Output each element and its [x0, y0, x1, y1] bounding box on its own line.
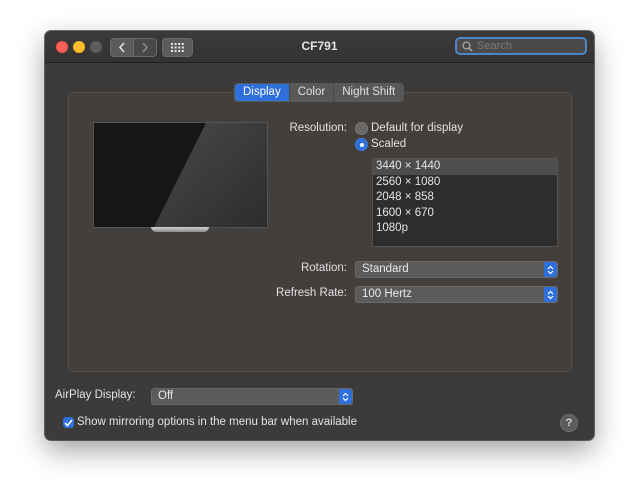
list-item[interactable]: 2560 × 1080: [373, 175, 557, 191]
resolution-label: Resolution:: [289, 122, 347, 134]
list-item[interactable]: 1600 × 670: [373, 206, 557, 222]
rotation-value: Standard: [362, 263, 409, 275]
airplay-label: AirPlay Display:: [55, 389, 136, 401]
search-input[interactable]: [477, 40, 577, 52]
updown-chevron-icon: [544, 287, 557, 302]
list-item[interactable]: 2048 × 858: [373, 190, 557, 206]
refresh-rate-select[interactable]: 100 Hertz: [355, 286, 558, 303]
refresh-rate-value: 100 Hertz: [362, 288, 412, 300]
tab-color[interactable]: Color: [289, 84, 335, 101]
rotation-select[interactable]: Standard: [355, 261, 558, 278]
checkmark-icon: [64, 418, 73, 427]
monitor-stand: [151, 227, 209, 232]
radio-scaled-label: Scaled: [371, 138, 407, 150]
updown-chevron-icon: [339, 389, 352, 404]
airplay-value: Off: [158, 390, 174, 402]
list-item[interactable]: 1080p: [373, 221, 557, 237]
mirroring-label: Show mirroring options in the menu bar w…: [77, 416, 357, 428]
search-icon: [462, 40, 473, 51]
radio-scaled[interactable]: [355, 138, 368, 151]
radio-default-for-display[interactable]: [355, 122, 368, 135]
tab-display[interactable]: Display: [235, 84, 290, 101]
title-bar: CF791: [45, 31, 594, 63]
radio-default-label: Default for display: [371, 122, 464, 134]
refresh-rate-label: Refresh Rate:: [276, 287, 347, 299]
tab-night-shift[interactable]: Night Shift: [334, 84, 404, 101]
search-field[interactable]: [455, 37, 587, 55]
list-item[interactable]: 3440 × 1440: [373, 159, 557, 175]
updown-chevron-icon: [544, 262, 557, 277]
rotation-label: Rotation:: [300, 262, 347, 274]
resolution-list[interactable]: 3440 × 1440 2560 × 1080 2048 × 858 1600 …: [372, 158, 558, 247]
tab-bar: Display Color Night Shift: [234, 83, 405, 102]
airplay-select[interactable]: Off: [151, 388, 353, 405]
monitor-illustration: [93, 122, 268, 228]
mirroring-checkbox[interactable]: [63, 417, 74, 428]
monitor-screen-glare: [154, 123, 267, 227]
preferences-window: CF791 Display Color Night Shift Resoluti: [45, 31, 594, 440]
help-button[interactable]: ?: [560, 414, 578, 432]
